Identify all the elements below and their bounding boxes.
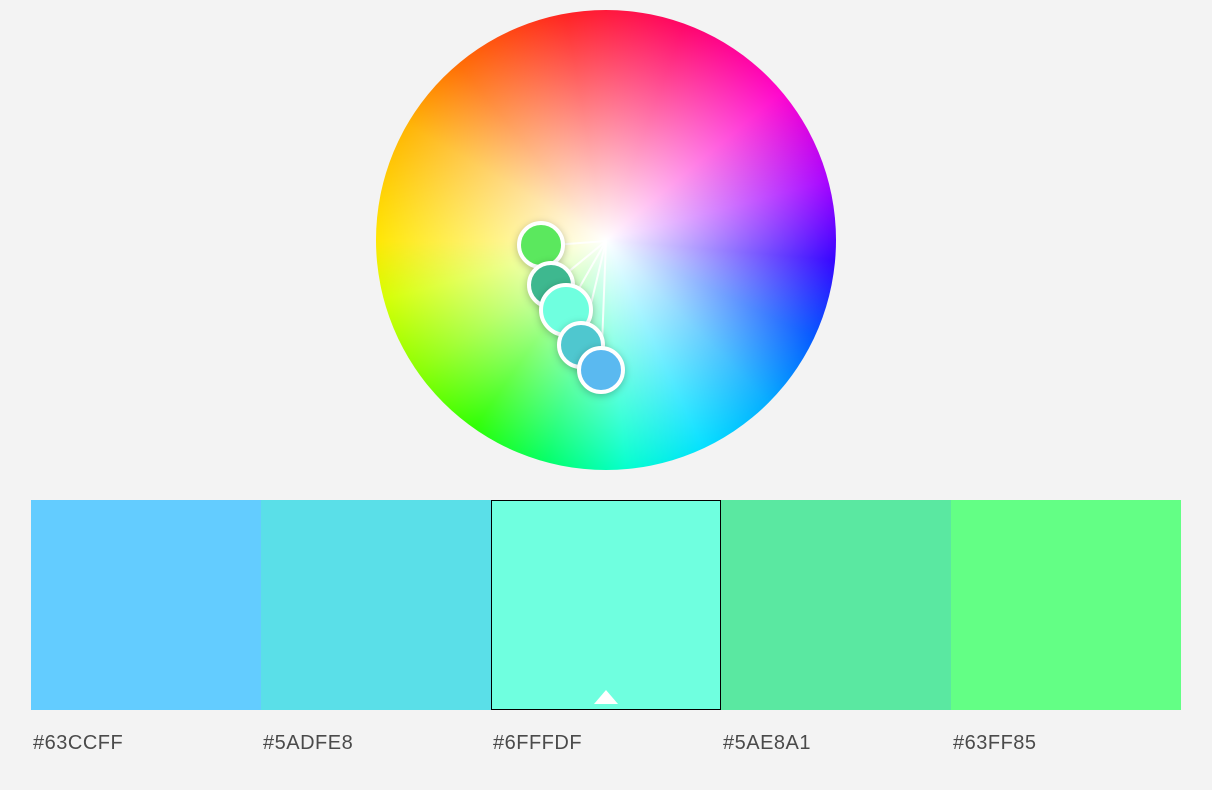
caret-up-icon: [594, 690, 618, 704]
swatch-label-1: #5ADFE8: [261, 732, 491, 755]
wheel-handle-4[interactable]: [577, 346, 625, 394]
swatch-label-0: #63CCFF: [31, 732, 261, 755]
swatch-1[interactable]: [261, 500, 491, 710]
swatch-2[interactable]: [491, 500, 721, 710]
color-wheel[interactable]: [376, 10, 836, 470]
swatch-label-2: #6FFFDF: [491, 732, 721, 755]
palette-labels: #63CCFF#5ADFE8#6FFFDF#5AE8A1#63FF85: [31, 732, 1181, 755]
swatch-3[interactable]: [721, 500, 951, 710]
swatch-label-3: #5AE8A1: [721, 732, 951, 755]
color-wheel-gradient: [376, 10, 836, 470]
swatch-0[interactable]: [31, 500, 261, 710]
palette-swatches: [31, 500, 1181, 710]
swatch-4[interactable]: [951, 500, 1181, 710]
swatch-label-4: #63FF85: [951, 732, 1181, 755]
